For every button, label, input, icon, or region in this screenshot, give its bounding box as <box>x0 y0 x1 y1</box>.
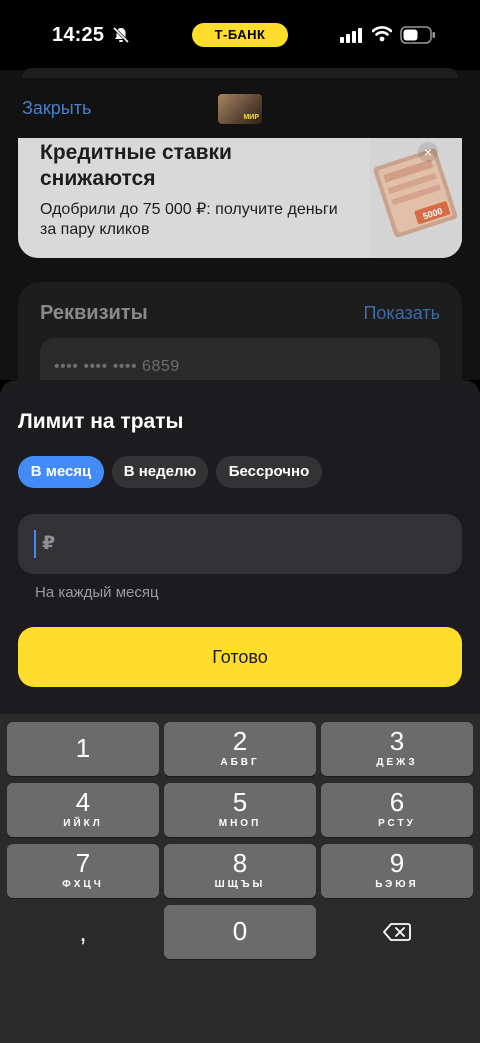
key-7[interactable]: 7 ФХЦЧ <box>7 844 159 898</box>
period-chip-week[interactable]: В неделю <box>112 456 208 488</box>
period-chip-unlimited[interactable]: Бессрочно <box>216 456 322 488</box>
key-9[interactable]: 9 ЬЭЮЯ <box>321 844 473 898</box>
key-digit: 8 <box>232 848 248 878</box>
key-1[interactable]: 1 <box>7 722 159 776</box>
key-digit: 9 <box>389 848 405 878</box>
key-letters: МНОП <box>218 818 262 829</box>
card-number: •••• •••• •••• 6859 <box>54 358 180 375</box>
key-digit: 4 <box>75 787 91 817</box>
cellular-signal-icon <box>340 28 362 43</box>
background-card-edge <box>22 68 458 78</box>
key-letters: ИЙКЛ <box>63 818 103 829</box>
banknotes-image: 5000 <box>370 138 462 258</box>
ruble-currency-sign: ₽ <box>42 533 56 554</box>
story-thumbnail[interactable]: МИР <box>218 94 262 124</box>
key-0[interactable]: 0 <box>164 905 316 959</box>
numeric-keyboard: 1 2 АБВГ 3 ДЕЖЗ 4 ИЙКЛ 5 МНОП 6 РСТУ 7 Ф… <box>0 714 480 1043</box>
key-digit: 6 <box>389 787 405 817</box>
sheet-title: Лимит на траты <box>18 410 184 433</box>
backspace-icon <box>383 923 411 941</box>
key-delete[interactable] <box>321 905 473 959</box>
show-requisites-link[interactable]: Показать <box>363 303 440 324</box>
bell-muted-icon <box>112 26 130 44</box>
key-digit: 2 <box>232 726 248 756</box>
text-cursor <box>34 530 36 558</box>
key-letters: АБВГ <box>220 757 260 768</box>
period-hint: На каждый месяц <box>35 584 159 601</box>
battery-icon <box>400 26 435 44</box>
key-letters: РСТУ <box>378 818 416 829</box>
thumbnail-label: МИР <box>243 114 259 121</box>
key-digit: 3 <box>389 726 405 756</box>
done-button[interactable]: Готово <box>18 627 462 687</box>
key-letters: ЬЭЮЯ <box>375 879 419 890</box>
key-digit: 1 <box>75 733 91 763</box>
wifi-icon <box>372 26 392 42</box>
promo-title: Кредитные ставки снижаются <box>40 141 232 190</box>
key-digit: 5 <box>232 787 248 817</box>
key-letters: ШЩЪЫ <box>214 879 266 890</box>
key-5[interactable]: 5 МНОП <box>164 783 316 837</box>
key-comma[interactable]: , <box>7 905 159 959</box>
status-time: 14:25 <box>52 24 105 46</box>
key-3[interactable]: 3 ДЕЖЗ <box>321 722 473 776</box>
key-4[interactable]: 4 ИЙКЛ <box>7 783 159 837</box>
status-bar: 14:25 Т-БАНК <box>0 0 480 70</box>
key-2[interactable]: 2 АБВГ <box>164 722 316 776</box>
key-8[interactable]: 8 ШЩЪЫ <box>164 844 316 898</box>
requisites-title: Реквизиты <box>40 302 148 324</box>
key-digit: 0 <box>232 916 248 946</box>
period-chip-month[interactable]: В месяц <box>18 456 104 488</box>
close-link[interactable]: Закрыть <box>22 98 91 119</box>
promo-banner[interactable]: Кредитные ставки снижаются Одобрили до 7… <box>18 138 462 258</box>
key-digit: , <box>79 917 87 947</box>
bank-badge[interactable]: Т-БАНК <box>192 23 288 47</box>
limit-amount-input[interactable]: ₽ <box>18 514 462 574</box>
key-letters: ДЕЖЗ <box>376 757 418 768</box>
key-6[interactable]: 6 РСТУ <box>321 783 473 837</box>
key-letters: ФХЦЧ <box>62 879 104 890</box>
promo-close-icon[interactable]: × <box>418 142 438 162</box>
key-digit: 7 <box>75 848 91 878</box>
promo-subtitle: Одобрили до 75 000 ₽: получите деньги за… <box>40 201 338 238</box>
